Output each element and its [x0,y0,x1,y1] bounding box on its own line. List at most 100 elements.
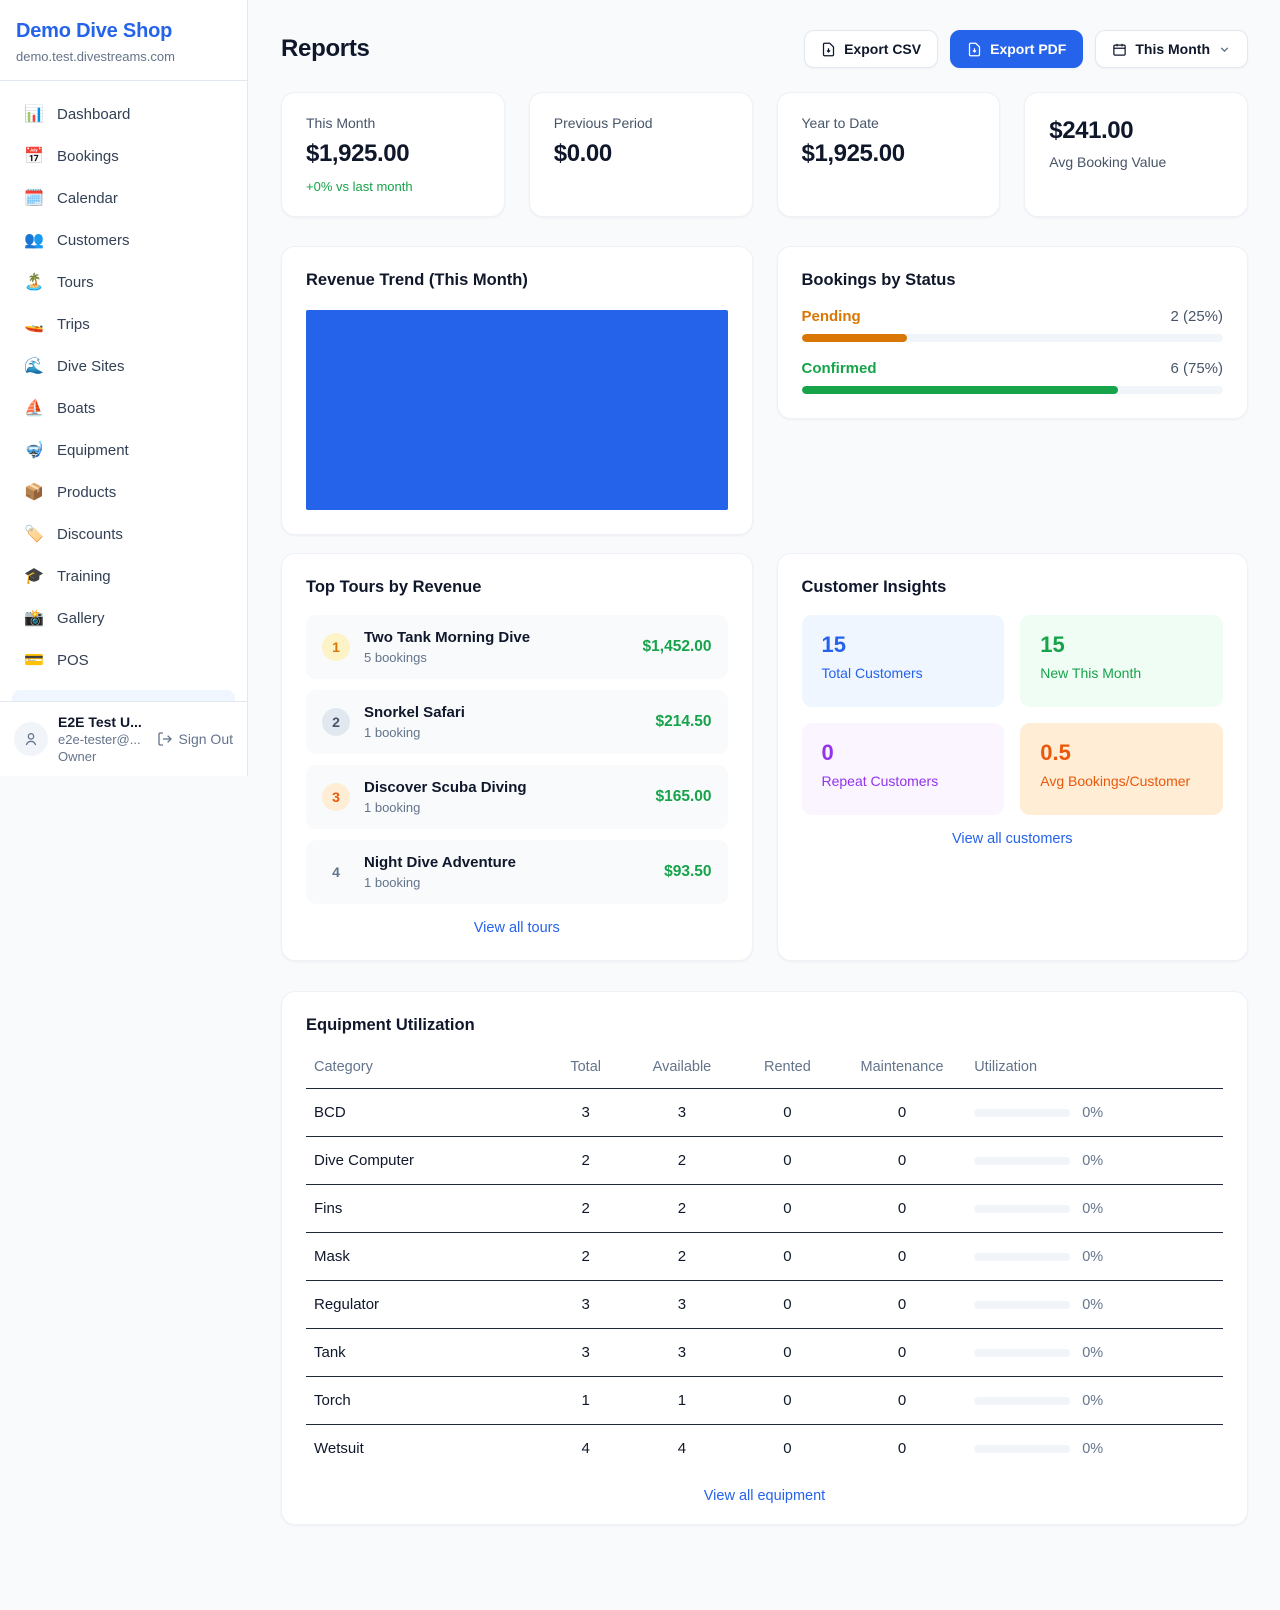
boats-icon: ⛵ [24,398,44,418]
sidebar-item-customers[interactable]: 👥 Customers [12,219,235,261]
tour-bookings: 1 booking [364,875,650,890]
sidebar-item-pos[interactable]: 💳POS [12,639,235,681]
file-download-icon [821,42,836,57]
sidebar-item-dashboard[interactable]: 📊Dashboard [12,93,235,135]
cell-total: 2 [544,1185,627,1233]
insight-new-this-month: 15 New This Month [1020,615,1223,707]
cell-total: 3 [544,1281,627,1329]
sidebar-item-gallery[interactable]: 📸Gallery [12,597,235,639]
nav-label: Customers [57,232,130,249]
revenue-trend-card: Revenue Trend (This Month) [281,246,753,535]
insight-label: Avg Bookings/Customer [1040,773,1203,789]
cell-category: Torch [306,1377,544,1425]
trips-icon: 🚤 [24,314,44,334]
tour-bookings: 1 booking [364,800,641,815]
stat-label: Year to Date [802,115,976,131]
sign-out-button[interactable]: Sign Out [157,731,233,747]
tours-icon: 🏝️ [24,272,44,292]
bookings-by-status-title: Bookings by Status [802,271,1224,290]
cell-category: Wetsuit [306,1425,544,1473]
cell-maintenance: 0 [838,1281,966,1329]
nav-label: Bookings [57,148,119,165]
export-pdf-button[interactable]: Export PDF [950,30,1083,68]
cell-category: Mask [306,1233,544,1281]
cell-total: 3 [544,1329,627,1377]
sidebar-item-reports-partial[interactable] [12,690,235,701]
utilization-percent: 0% [1082,1393,1103,1409]
view-all-customers-link[interactable]: View all customers [802,831,1224,847]
stat-value: $1,925.00 [802,140,976,168]
tour-bookings: 1 booking [364,725,641,740]
revenue-trend-title: Revenue Trend (This Month) [306,271,728,290]
utilization-percent: 0% [1082,1105,1103,1121]
status-label: Pending [802,308,861,325]
sidebar-item-boats[interactable]: ⛵Boats [12,387,235,429]
tour-name: Discover Scuba Diving [364,779,641,796]
table-row: Dive Computer 2 2 0 0 0% [306,1137,1223,1185]
sidebar-item-products[interactable]: 📦Products [12,471,235,513]
sidebar-item-dive-sites[interactable]: 🌊Dive Sites [12,345,235,387]
status-label: Confirmed [802,360,877,377]
logout-icon [157,731,173,747]
sidebar-item-trips[interactable]: 🚤 Trips [12,303,235,345]
insight-label: New This Month [1040,665,1203,681]
insight-value: 15 [822,632,985,658]
sidebar-item-tours[interactable]: 🏝️Tours [12,261,235,303]
user-meta: E2E Test U... e2e-tester@... Owner [58,714,147,764]
stat-delta: +0% vs last month [306,179,480,194]
tour-name: Two Tank Morning Dive [364,629,629,646]
utilization-bar [974,1445,1070,1453]
avatar [14,722,48,756]
utilization-percent: 0% [1082,1297,1103,1313]
stats-row: This Month $1,925.00 +0% vs last month P… [281,92,1248,217]
sidebar-item-discounts[interactable]: 🏷️Discounts [12,513,235,555]
sidebar-item-training[interactable]: 🎓 Training [12,555,235,597]
stat-label: Previous Period [554,115,728,131]
gallery-icon: 📸 [24,608,44,628]
products-icon: 📦 [24,482,44,502]
insight-label: Repeat Customers [822,773,985,789]
cell-rented: 0 [737,1137,838,1185]
cell-rented: 0 [737,1329,838,1377]
nav-label: Trips [57,316,90,333]
nav-label: POS [57,652,89,669]
person-icon [23,731,39,747]
cell-rented: 0 [737,1425,838,1473]
cell-maintenance: 0 [838,1137,966,1185]
cell-total: 3 [544,1089,627,1137]
cell-rented: 0 [737,1233,838,1281]
nav-label: Training [57,568,111,585]
view-all-tours-link[interactable]: View all tours [306,920,728,936]
tour-row: 1 Two Tank Morning Dive5 bookings $1,452… [306,615,728,679]
user-email: e2e-tester@... [58,732,147,747]
sidebar-item-bookings[interactable]: 📅Bookings [12,135,235,177]
column-header-total: Total [544,1047,627,1089]
dive-sites-icon: 🌊 [24,356,44,376]
training-icon: 🎓 [24,566,44,586]
user-role: Owner [58,749,147,764]
stat-value: $241.00 [1049,117,1223,145]
period-select[interactable]: This Month [1095,30,1248,68]
sidebar-item-equipment[interactable]: 🤿Equipment [12,429,235,471]
tour-amount: $165.00 [655,788,711,806]
utilization-percent: 0% [1082,1249,1103,1265]
cell-category: Fins [306,1185,544,1233]
table-row: Tank 3 3 0 0 0% [306,1329,1223,1377]
customers-icon: 👥 [24,230,44,250]
utilization-percent: 0% [1082,1345,1103,1361]
cell-available: 3 [627,1281,737,1329]
nav-label: Dashboard [57,106,130,123]
utilization-percent: 0% [1082,1441,1103,1457]
cell-category: Regulator [306,1281,544,1329]
page-header: Reports Export CSV Export PDF This Month [281,30,1248,68]
export-csv-button[interactable]: Export CSV [804,30,938,68]
utilization-percent: 0% [1082,1153,1103,1169]
user-name: E2E Test U... [58,714,147,730]
rank-badge: 2 [322,708,350,736]
stat-value: $1,925.00 [306,140,480,168]
stat-avg-booking-value: $241.00 Avg Booking Value [1024,92,1248,217]
sidebar-item-calendar[interactable]: 🗓️Calendar [12,177,235,219]
view-all-equipment-link[interactable]: View all equipment [306,1488,1223,1504]
tour-list: 1 Two Tank Morning Dive5 bookings $1,452… [306,615,728,904]
brand-name[interactable]: Demo Dive Shop [16,20,231,43]
